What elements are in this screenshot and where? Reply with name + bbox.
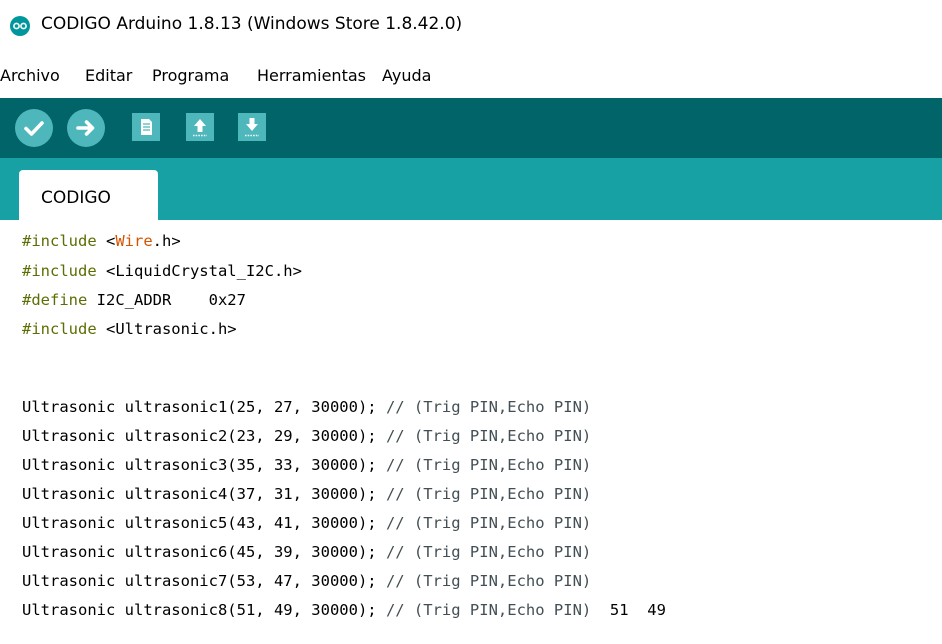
- open-button[interactable]: [186, 113, 214, 141]
- code-line: Ultrasonic ultrasonic6(45, 39, 30000); /…: [22, 543, 592, 561]
- arrow-right-icon: [76, 120, 95, 136]
- code-editor[interactable]: #include <Wire.h> #include <LiquidCrysta…: [0, 220, 942, 644]
- code-line: #include <Ultrasonic.h>: [22, 320, 237, 338]
- tab-label: CODIGO: [41, 188, 111, 208]
- menu-archivo[interactable]: Archivo: [0, 66, 60, 85]
- code-line: Ultrasonic ultrasonic2(23, 29, 30000); /…: [22, 427, 592, 445]
- code-line: Ultrasonic ultrasonic8(51, 49, 30000); /…: [22, 601, 666, 619]
- upload-button[interactable]: [67, 109, 105, 147]
- verify-button[interactable]: [15, 109, 53, 147]
- arduino-logo-icon: [10, 16, 30, 36]
- window-title: CODIGO Arduino 1.8.13 (Windows Store 1.8…: [41, 14, 463, 34]
- check-icon: [24, 121, 44, 136]
- menu-programa[interactable]: Programa: [152, 66, 229, 85]
- code-line: #include <Wire.h>: [22, 232, 181, 250]
- menu-bar: Archivo Editar Programa Herramientas Ayu…: [0, 58, 942, 98]
- new-file-icon: [141, 119, 152, 135]
- code-line: #define I2C_ADDR 0x27: [22, 291, 246, 309]
- arrow-down-icon: [245, 118, 259, 137]
- menu-editar[interactable]: Editar: [85, 66, 132, 85]
- tab-codigo[interactable]: CODIGO: [19, 170, 158, 220]
- code-line: Ultrasonic ultrasonic7(53, 47, 30000); /…: [22, 572, 592, 590]
- arrow-up-icon: [193, 119, 207, 137]
- menu-ayuda[interactable]: Ayuda: [382, 66, 431, 85]
- code-line: Ultrasonic ultrasonic5(43, 41, 30000); /…: [22, 514, 592, 532]
- tab-strip: CODIGO: [0, 158, 942, 220]
- toolbar: [0, 98, 942, 158]
- title-bar: CODIGO Arduino 1.8.13 (Windows Store 1.8…: [0, 0, 942, 58]
- code-line: Ultrasonic ultrasonic3(35, 33, 30000); /…: [22, 456, 592, 474]
- new-button[interactable]: [132, 113, 160, 141]
- code-line: Ultrasonic ultrasonic1(25, 27, 30000); /…: [22, 398, 592, 416]
- menu-herramientas[interactable]: Herramientas: [257, 66, 366, 85]
- code-line: #include <LiquidCrystal_I2C.h>: [22, 262, 302, 280]
- code-line: Ultrasonic ultrasonic4(37, 31, 30000); /…: [22, 485, 592, 503]
- save-button[interactable]: [238, 113, 266, 141]
